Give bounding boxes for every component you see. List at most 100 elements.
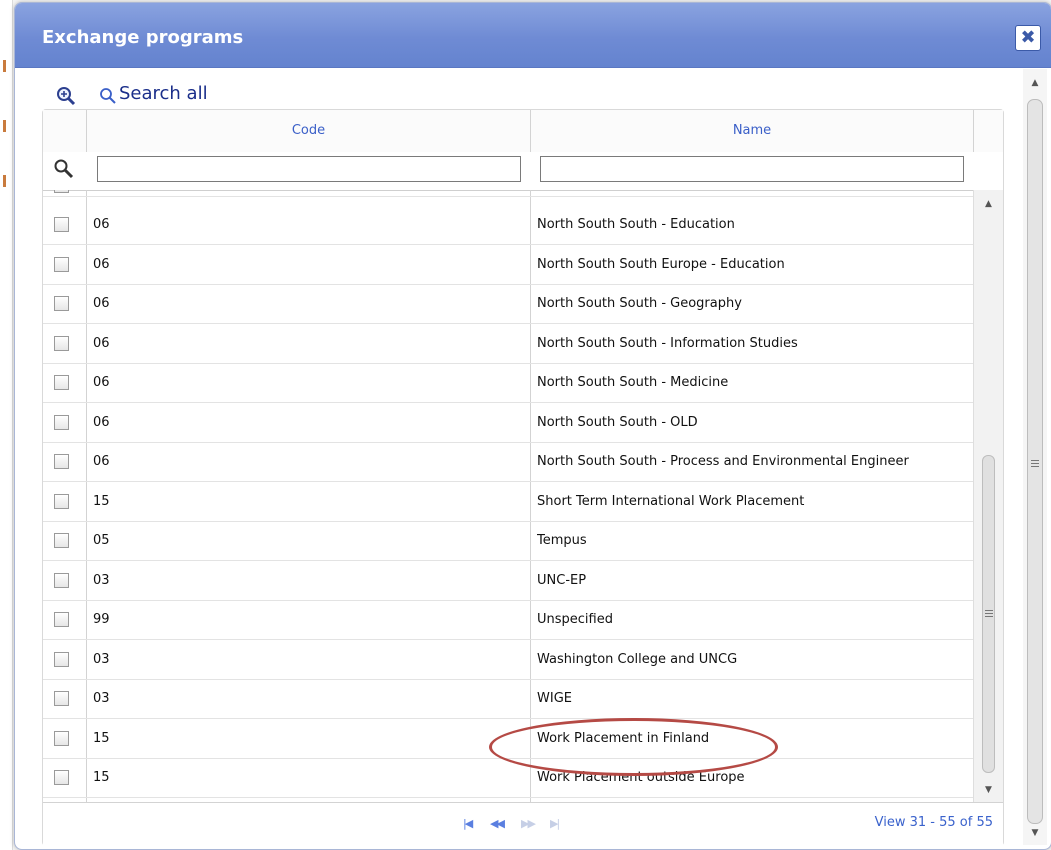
table-row[interactable]: 06 North South South - Medicine: [43, 363, 973, 403]
code-cell: 06: [93, 336, 110, 351]
dialog-scrollbar[interactable]: ▲ ▼: [1023, 69, 1047, 845]
name-cell: North South South - Information Studies: [537, 336, 798, 351]
code-cell: 06: [93, 296, 110, 311]
dialog-titlebar[interactable]: Exchange programs ✖: [15, 3, 1051, 68]
table-row[interactable]: 06 North South South - Process and Envir…: [43, 442, 973, 482]
row-checkbox[interactable]: [54, 190, 69, 193]
grip-line: [985, 610, 993, 611]
close-button[interactable]: ✖: [1015, 25, 1041, 51]
table-row[interactable]: 06 North South South - Geography: [43, 284, 973, 324]
row-checkbox[interactable]: [54, 770, 69, 785]
code-cell: 06: [93, 415, 110, 430]
code-cell: 15: [93, 770, 110, 785]
code-filter-input[interactable]: [97, 156, 521, 182]
header-select-cell: [43, 110, 87, 152]
header-code[interactable]: Code: [87, 110, 531, 152]
grip-line: [1031, 460, 1039, 461]
row-checkbox[interactable]: [54, 257, 69, 272]
row-checkbox[interactable]: [54, 573, 69, 588]
first-page-icon[interactable]: |◀: [463, 817, 473, 830]
last-page-icon: ▶|: [550, 817, 560, 830]
background-mark: [3, 60, 6, 72]
table-row-partial: [43, 190, 973, 197]
table-row[interactable]: 99 Unspecified: [43, 600, 973, 640]
table-row[interactable]: 06 North South South - OLD: [43, 403, 973, 443]
filter-search-icon: [54, 159, 74, 179]
name-cell: North South South - OLD: [537, 415, 698, 430]
name-cell: North South South - Process and Environm…: [537, 454, 909, 469]
row-checkbox[interactable]: [54, 533, 69, 548]
table-row[interactable]: 15 Work Placement outside Europe: [43, 758, 973, 798]
grid-scroll-thumb[interactable]: [982, 455, 995, 773]
name-cell: Unspecified: [537, 612, 613, 627]
header-name[interactable]: Name: [531, 110, 974, 152]
row-checkbox[interactable]: [54, 375, 69, 390]
grid-footer: |◀ ◀◀ ▶▶ ▶| View 31 - 55 of 55: [43, 802, 1003, 846]
dialog-title: Exchange programs: [42, 27, 244, 48]
row-checkbox[interactable]: [54, 217, 69, 232]
grip-line: [985, 616, 993, 617]
code-cell: 06: [93, 375, 110, 390]
name-cell: North South South - Education: [537, 217, 735, 232]
scroll-up-icon[interactable]: ▲: [974, 196, 1003, 212]
grid-body: 06 North South South - Education 06 Nort…: [43, 190, 1003, 802]
table-row[interactable]: 15 Short Term International Work Placeme…: [43, 482, 973, 522]
search-all-label: Search all: [119, 83, 208, 104]
code-cell: 99: [93, 612, 110, 627]
view-info: View 31 - 55 of 55: [874, 815, 993, 830]
background-page-edge: [0, 0, 13, 850]
name-filter-input[interactable]: [540, 156, 964, 182]
table-row[interactable]: 03 UNC-EP: [43, 561, 973, 601]
table-row[interactable]: 03 Washington College and UNCG: [43, 640, 973, 680]
highlight-annotation: [489, 718, 778, 776]
next-page-icon: ▶▶: [521, 817, 536, 830]
grid-scrollbar[interactable]: ▲ ▼: [973, 190, 1003, 802]
zoom-in-icon[interactable]: [55, 85, 77, 107]
row-checkbox[interactable]: [54, 336, 69, 351]
code-cell: 03: [93, 652, 110, 667]
table-row[interactable]: 03 WIGE: [43, 679, 973, 719]
name-cell: North South South - Medicine: [537, 375, 729, 390]
name-cell: Tempus: [537, 533, 587, 548]
name-cell: UNC-EP: [537, 573, 587, 588]
code-cell: 03: [93, 573, 110, 588]
name-cell: North South South Europe - Education: [537, 257, 785, 272]
search-icon: [100, 88, 116, 104]
grid-header: Code Name: [43, 110, 1003, 153]
grip-line: [985, 613, 993, 614]
scroll-down-icon[interactable]: ▼: [974, 782, 1003, 798]
row-checkbox[interactable]: [54, 691, 69, 706]
close-icon: ✖: [1020, 27, 1036, 48]
code-cell: 03: [93, 691, 110, 706]
prev-page-icon[interactable]: ◀◀: [490, 817, 505, 830]
table-row[interactable]: 06 North South South Europe - Education: [43, 245, 973, 285]
code-cell: 15: [93, 731, 110, 746]
filter-row: [43, 152, 1003, 191]
row-checkbox[interactable]: [54, 652, 69, 667]
background-mark: [3, 175, 6, 187]
row-checkbox[interactable]: [54, 415, 69, 430]
dialog-scroll-down-icon[interactable]: ▼: [1023, 825, 1047, 841]
grip-line: [1031, 463, 1039, 464]
code-cell: 06: [93, 257, 110, 272]
row-checkbox[interactable]: [54, 612, 69, 627]
table-row[interactable]: 06 North South South - Information Studi…: [43, 324, 973, 364]
row-checkbox[interactable]: [54, 296, 69, 311]
dialog-scroll-up-icon[interactable]: ▲: [1023, 75, 1047, 91]
row-checkbox[interactable]: [54, 454, 69, 469]
name-cell: Washington College and UNCG: [537, 652, 738, 667]
grip-line: [1031, 466, 1039, 467]
table-row[interactable]: 05 Tempus: [43, 521, 973, 561]
name-cell: Short Term International Work Placement: [537, 494, 805, 509]
dialog-scroll-thumb[interactable]: [1027, 99, 1043, 824]
code-cell: 06: [93, 217, 110, 232]
name-cell: North South South - Geography: [537, 296, 742, 311]
code-cell: 05: [93, 533, 110, 548]
code-cell: 06: [93, 454, 110, 469]
exchange-programs-dialog: Exchange programs ✖ Search all Code Name: [14, 2, 1051, 850]
row-checkbox[interactable]: [54, 494, 69, 509]
table-row[interactable]: 06 North South South - Education: [43, 205, 973, 245]
name-cell: WIGE: [537, 691, 572, 706]
toolbar: Search all: [55, 83, 455, 109]
row-checkbox[interactable]: [54, 731, 69, 746]
